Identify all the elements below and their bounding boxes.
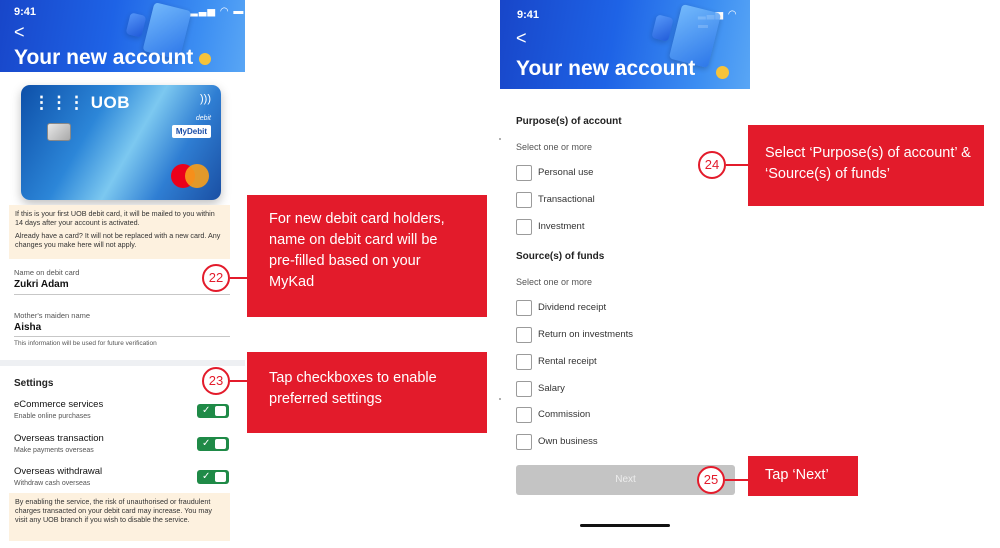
step-25-connector — [725, 479, 748, 481]
check-icon: ✓ — [202, 405, 211, 416]
header-card-illustration-small — [651, 14, 674, 42]
checkbox-label: Transactional — [538, 194, 595, 205]
scroll-marker — [499, 138, 501, 140]
callout-25: Tap ‘Next’ — [748, 456, 858, 496]
card-type-label: debit — [195, 115, 211, 122]
checkbox-label: Personal use — [538, 167, 594, 178]
checkbox-label: Commission — [538, 409, 591, 420]
setting-ecommerce-label: eCommerce services — [14, 399, 104, 410]
purpose-section-title: Purpose(s) of account — [516, 116, 622, 127]
checkbox-box[interactable] — [516, 300, 532, 316]
status-time: 9:41 — [14, 6, 37, 18]
checkbox-label: Salary — [538, 383, 565, 394]
status-icons: ▂▃▅ ◠ ▬ — [190, 6, 245, 17]
mydebit-badge: MyDebit — [171, 125, 211, 138]
source-section-title: Source(s) of funds — [516, 251, 605, 262]
page-title: Your new account — [516, 57, 696, 80]
card-brand-logo: ⋮⋮⋮ UOB — [33, 93, 131, 112]
check-icon: ✓ — [202, 438, 211, 449]
back-chevron-icon[interactable]: < — [14, 23, 25, 41]
checkbox-label: Own business — [538, 436, 598, 447]
overseas-withdrawal-toggle[interactable]: ✓ — [197, 470, 229, 484]
maiden-name-label: Mother's maiden name — [14, 311, 91, 320]
step-22-connector — [230, 277, 247, 279]
page-title: Your new account — [14, 46, 194, 69]
step-24-badge: 24 — [698, 151, 726, 179]
checkbox-label: Investment — [538, 221, 585, 232]
checkbox-label: Rental receipt — [538, 356, 597, 367]
step-24-connector — [726, 164, 748, 166]
checkbox-box[interactable] — [516, 354, 532, 370]
checkbox-box[interactable] — [516, 407, 532, 423]
checkbox-box[interactable] — [516, 219, 532, 235]
step-23-badge: 23 — [202, 367, 230, 395]
step-22-badge: 22 — [202, 264, 230, 292]
check-icon: ✓ — [202, 471, 211, 482]
step-23-connector — [230, 380, 247, 382]
service-risk-warning: By enabling the service, the risk of una… — [9, 493, 230, 541]
header-coin-illustration — [716, 66, 729, 79]
overseas-transaction-toggle[interactable]: ✓ — [197, 437, 229, 451]
maiden-name-note: This information will be used for future… — [14, 340, 157, 347]
checkbox-label: Return on investments — [538, 329, 634, 340]
back-chevron-icon[interactable]: < — [516, 29, 527, 47]
section-divider — [0, 360, 245, 366]
checkbox-box[interactable] — [516, 434, 532, 450]
home-indicator — [580, 524, 670, 527]
toggle-knob — [215, 406, 226, 416]
card-chip-icon — [47, 123, 71, 141]
ecommerce-toggle[interactable]: ✓ — [197, 404, 229, 418]
setting-ecommerce-sub: Enable online purchases — [14, 413, 91, 420]
scroll-marker — [499, 398, 501, 400]
setting-overseas-withdrawal-label: Overseas withdrawal — [14, 466, 103, 477]
checkbox-label: Dividend receipt — [538, 302, 607, 313]
source-hint: Select one or more — [516, 277, 593, 287]
toggle-knob — [215, 439, 226, 449]
right-header: 9:41 ▂▃▅ ◠ ▬ < Your new account — [500, 0, 750, 89]
card-mailing-note: If this is your first UOB debit card, it… — [9, 205, 230, 259]
name-on-card-underline — [14, 294, 230, 295]
maiden-name-input[interactable]: Aisha — [14, 322, 41, 333]
header-card-illustration-small — [125, 12, 147, 38]
name-on-card-label: Name on debit card — [14, 268, 80, 277]
card-mailing-note-line2: Already have a card? It will not be repl… — [15, 231, 221, 249]
setting-overseas-withdrawal-sub: Withdraw cash overseas — [14, 480, 91, 487]
checkbox-box[interactable] — [516, 381, 532, 397]
contactless-icon: ))) — [200, 93, 211, 105]
status-time: 9:41 — [517, 9, 540, 21]
card-mailing-note-line1: If this is your first UOB debit card, it… — [15, 209, 215, 227]
callout-23: Tap checkboxes to enable preferred setti… — [247, 352, 487, 433]
step-25-badge: 25 — [697, 466, 725, 494]
left-header: 9:41 ▂▃▅ ◠ ▬ < Your new account — [0, 0, 245, 72]
checkbox-box[interactable] — [516, 192, 532, 208]
mastercard-logo-right — [185, 164, 209, 188]
setting-overseas-transaction-label: Overseas transaction — [14, 433, 104, 444]
callout-22: For new debit card holders, name on debi… — [247, 195, 487, 317]
debit-card-image: ⋮⋮⋮ UOB ))) debit MyDebit — [21, 85, 221, 200]
checkbox-box[interactable] — [516, 165, 532, 181]
name-on-card-input[interactable]: Zukri Adam — [14, 279, 69, 290]
maiden-name-underline — [14, 336, 230, 337]
callout-24: Select ‘Purpose(s) of account’ & ‘Source… — [748, 125, 984, 206]
purpose-hint: Select one or more — [516, 142, 593, 152]
settings-title: Settings — [14, 378, 54, 389]
setting-overseas-transaction-sub: Make payments overseas — [14, 447, 94, 454]
checkbox-box[interactable] — [516, 327, 532, 343]
header-coin-illustration — [199, 53, 211, 65]
toggle-knob — [215, 472, 226, 482]
